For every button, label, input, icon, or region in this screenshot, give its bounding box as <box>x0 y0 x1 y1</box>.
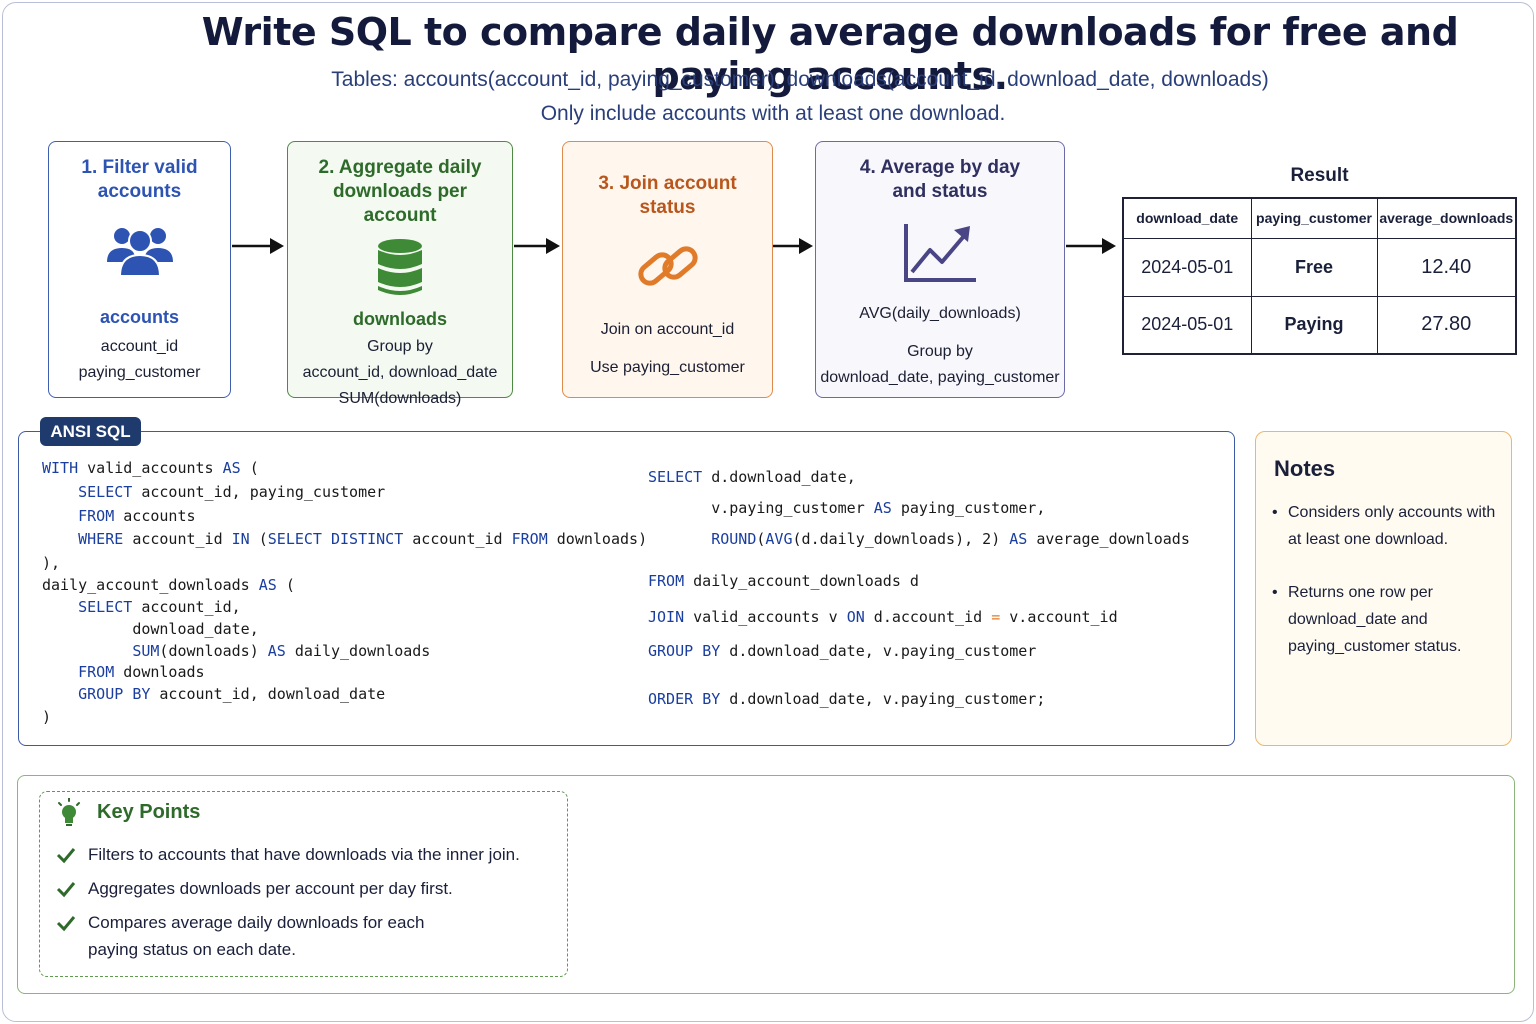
key-point-text: Aggregates downloads per account per day… <box>88 879 453 898</box>
table-cell: 2024-05-01 <box>1122 237 1252 297</box>
tables-subtitle: Tables: accounts(account_id, paying_cust… <box>331 68 1269 91</box>
step-filter-valid-accounts: 1. Filter valid accounts accounts accoun… <box>48 141 231 398</box>
sql-line: FROM accounts <box>78 507 196 525</box>
step-line: Group by <box>907 343 973 360</box>
result-table: download_date paying_customer average_do… <box>1122 197 1517 355</box>
sql-line: ) <box>42 708 52 726</box>
key-points-title: Key Points <box>97 801 201 823</box>
step-title-line: downloads per account <box>332 181 468 226</box>
table-cell: 2024-05-01 <box>1122 295 1252 355</box>
column-header: average_downloads <box>1376 197 1517 239</box>
sql-code-left: WITH valid_accounts AS ( SELECT account_… <box>42 459 647 729</box>
step-line: AVG(daily_downloads) <box>859 305 1021 322</box>
step-label: accounts <box>99 307 180 327</box>
bullet-icon: • <box>1272 504 1278 521</box>
sql-line: daily_account_downloads AS ( <box>42 576 295 594</box>
sql-line: ), <box>42 554 61 572</box>
sql-line: GROUP BY d.download_date, v.paying_custo… <box>648 642 1037 660</box>
arrow-right-icon <box>232 238 284 254</box>
step-line: Group by <box>367 338 433 355</box>
key-point-text: Compares average daily downloads for eac… <box>88 913 425 959</box>
step-join-account-status: 3. Join account status Join on account_i… <box>562 141 773 398</box>
trend-chart-icon <box>904 224 976 282</box>
sql-line: GROUP BY account_id, download_date <box>78 685 386 703</box>
step-line: SUM(downloads) <box>338 390 462 407</box>
step-average-by-day: 4. Average by day and status AVG(daily_d… <box>815 141 1065 398</box>
sql-line: FROM downloads <box>78 663 205 681</box>
table-cell: 27.80 <box>1376 295 1517 355</box>
step-title: 4. Average by day and status <box>816 156 1064 204</box>
database-icon <box>378 239 422 295</box>
table-row: 2024-05-01 Paying 27.80 <box>1122 295 1517 355</box>
step-line: download_date, paying_customer <box>820 369 1060 386</box>
note-item: • Considers only accounts with at least … <box>1272 499 1502 553</box>
step-title: 3. Join account status <box>598 173 737 218</box>
sql-line: ORDER BY d.download_date, v.paying_custo… <box>648 690 1046 708</box>
sql-line: SELECT d.download_date, <box>648 468 856 486</box>
step-line: Join on account_id <box>600 321 735 338</box>
sql-line: WHERE account_id IN (SELECT DISTINCT acc… <box>78 530 648 548</box>
sql-line: v.paying_customer AS paying_customer, <box>711 499 1046 517</box>
sql-line: WITH valid_accounts AS ( <box>42 459 259 477</box>
link-icon <box>637 246 698 286</box>
step-title-line: 2. Aggregate daily <box>318 157 482 178</box>
note-text: Returns one row per download_date and pa… <box>1288 584 1462 655</box>
result-title: Result <box>1290 165 1349 186</box>
sql-line: ROUND(AVG(d.daily_downloads), 2) AS aver… <box>711 530 1190 548</box>
sql-line: SUM(downloads) AS daily_downloads <box>132 642 431 660</box>
arrow-right-icon <box>514 238 560 254</box>
notes-title: Notes <box>1274 456 1336 481</box>
table-cell: 12.40 <box>1376 237 1517 297</box>
step-label: downloads <box>353 309 447 329</box>
sql-line: SELECT account_id, paying_customer <box>78 483 386 501</box>
arrow-right-icon <box>1066 238 1116 254</box>
sql-line: download_date, <box>132 620 259 638</box>
sql-code-right: SELECT d.download_date, v.paying_custome… <box>648 468 1218 718</box>
notes-panel: Notes • Considers only accounts with at … <box>1255 431 1512 746</box>
note-item: • Returns one row per download_date and … <box>1272 579 1502 660</box>
table-header-row: download_date paying_customer average_do… <box>1122 197 1517 239</box>
bullet-icon: • <box>1272 584 1278 601</box>
lightbulb-icon <box>58 798 80 826</box>
table-row: 2024-05-01 Free 12.40 <box>1122 237 1517 297</box>
step-title-line: 1. Filter valid <box>81 157 198 178</box>
table-cell: Free <box>1250 237 1378 297</box>
checkmark-icon <box>56 882 76 898</box>
step-title-line: 4. Average by day <box>859 157 1021 178</box>
note-text: Considers only accounts with at least on… <box>1288 504 1496 548</box>
step-aggregate-daily: 2. Aggregate daily downloads per account… <box>287 141 513 407</box>
step-line: paying_customer <box>78 364 201 381</box>
sql-line: JOIN valid_accounts v ON d.account_id = … <box>648 608 1118 626</box>
sql-line: FROM daily_account_downloads d <box>648 572 919 590</box>
checkmark-icon <box>56 848 76 864</box>
step-line: account_id, download_date <box>302 364 498 381</box>
step-title: 1. Filter valid accounts <box>49 156 230 204</box>
sql-line: SELECT account_id, <box>78 598 241 616</box>
step-line: account_id <box>100 338 179 355</box>
checkmark-icon <box>56 916 76 932</box>
users-icon <box>106 228 173 277</box>
column-header: download_date <box>1122 197 1252 239</box>
table-cell: Paying <box>1250 295 1378 355</box>
step-title-line: and status <box>892 181 988 202</box>
step-line: Use paying_customer <box>590 359 745 376</box>
column-header: paying_customer <box>1250 197 1378 239</box>
arrow-right-icon <box>773 238 813 254</box>
step-title: 2. Aggregate daily downloads per account <box>288 156 512 228</box>
filter-subtitle: Only include accounts with at least one … <box>540 102 1006 125</box>
step-title-line: accounts <box>97 181 182 202</box>
sql-dialect-tag: ANSI SQL <box>40 417 141 446</box>
key-point-text: Filters to accounts that have downloads … <box>88 845 520 864</box>
